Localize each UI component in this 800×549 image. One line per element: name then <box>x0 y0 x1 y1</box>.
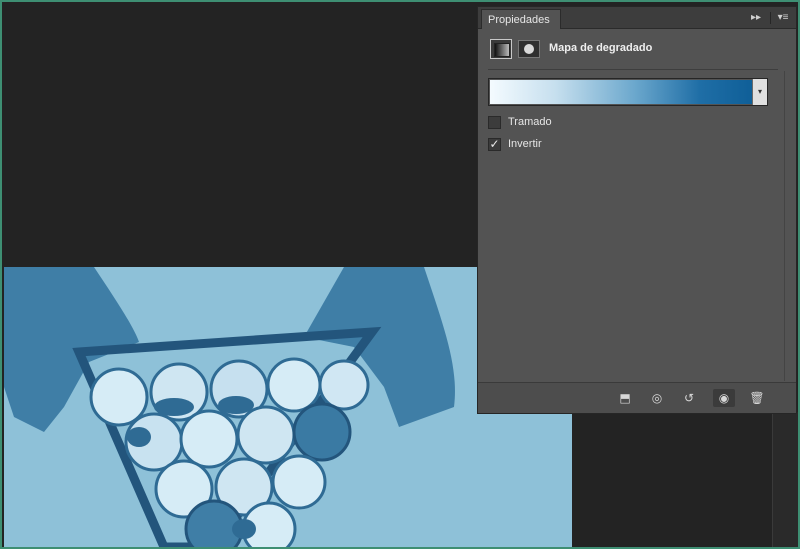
panel-footer: ⬒ ◎ ↺ ◉ 🗑 <box>478 382 796 413</box>
properties-panel: Propiedades ▸▸ ▾≡ Mapa de degradado ▾ Tr… <box>477 6 797 414</box>
panel-tab-bar: Propiedades ▸▸ ▾≡ <box>478 7 796 29</box>
view-previous-state-icon[interactable]: ◎ <box>646 389 668 407</box>
trash-icon[interactable]: 🗑 <box>746 389 768 407</box>
adjustment-header: Mapa de degradado <box>478 32 796 66</box>
layer-mask-icon[interactable] <box>518 40 540 58</box>
dither-checkbox[interactable] <box>488 116 501 129</box>
gradient-map-icon[interactable] <box>490 39 512 59</box>
dither-label: Tramado <box>508 116 552 128</box>
canvas-scrollbar[interactable] <box>772 412 798 547</box>
clip-to-layer-icon[interactable]: ⬒ <box>614 389 636 407</box>
panel-menu-icon[interactable]: ▾≡ <box>774 11 792 25</box>
divider <box>488 69 778 70</box>
gradient-picker[interactable]: ▾ <box>488 78 768 106</box>
reset-icon[interactable]: ↺ <box>678 389 700 407</box>
tab-properties[interactable]: Propiedades <box>481 9 561 29</box>
panel-scrollbar[interactable] <box>784 71 794 381</box>
adjustment-title: Mapa de degradado <box>549 42 653 54</box>
gradient-preview[interactable] <box>490 80 752 104</box>
reverse-checkbox[interactable]: ✓ <box>488 138 501 151</box>
visibility-eye-icon[interactable]: ◉ <box>713 389 735 407</box>
reverse-label: Invertir <box>508 138 542 150</box>
chevron-down-icon[interactable]: ▾ <box>752 79 767 105</box>
collapse-panel-icon[interactable]: ▸▸ <box>748 11 764 25</box>
tab-separator <box>770 12 771 24</box>
